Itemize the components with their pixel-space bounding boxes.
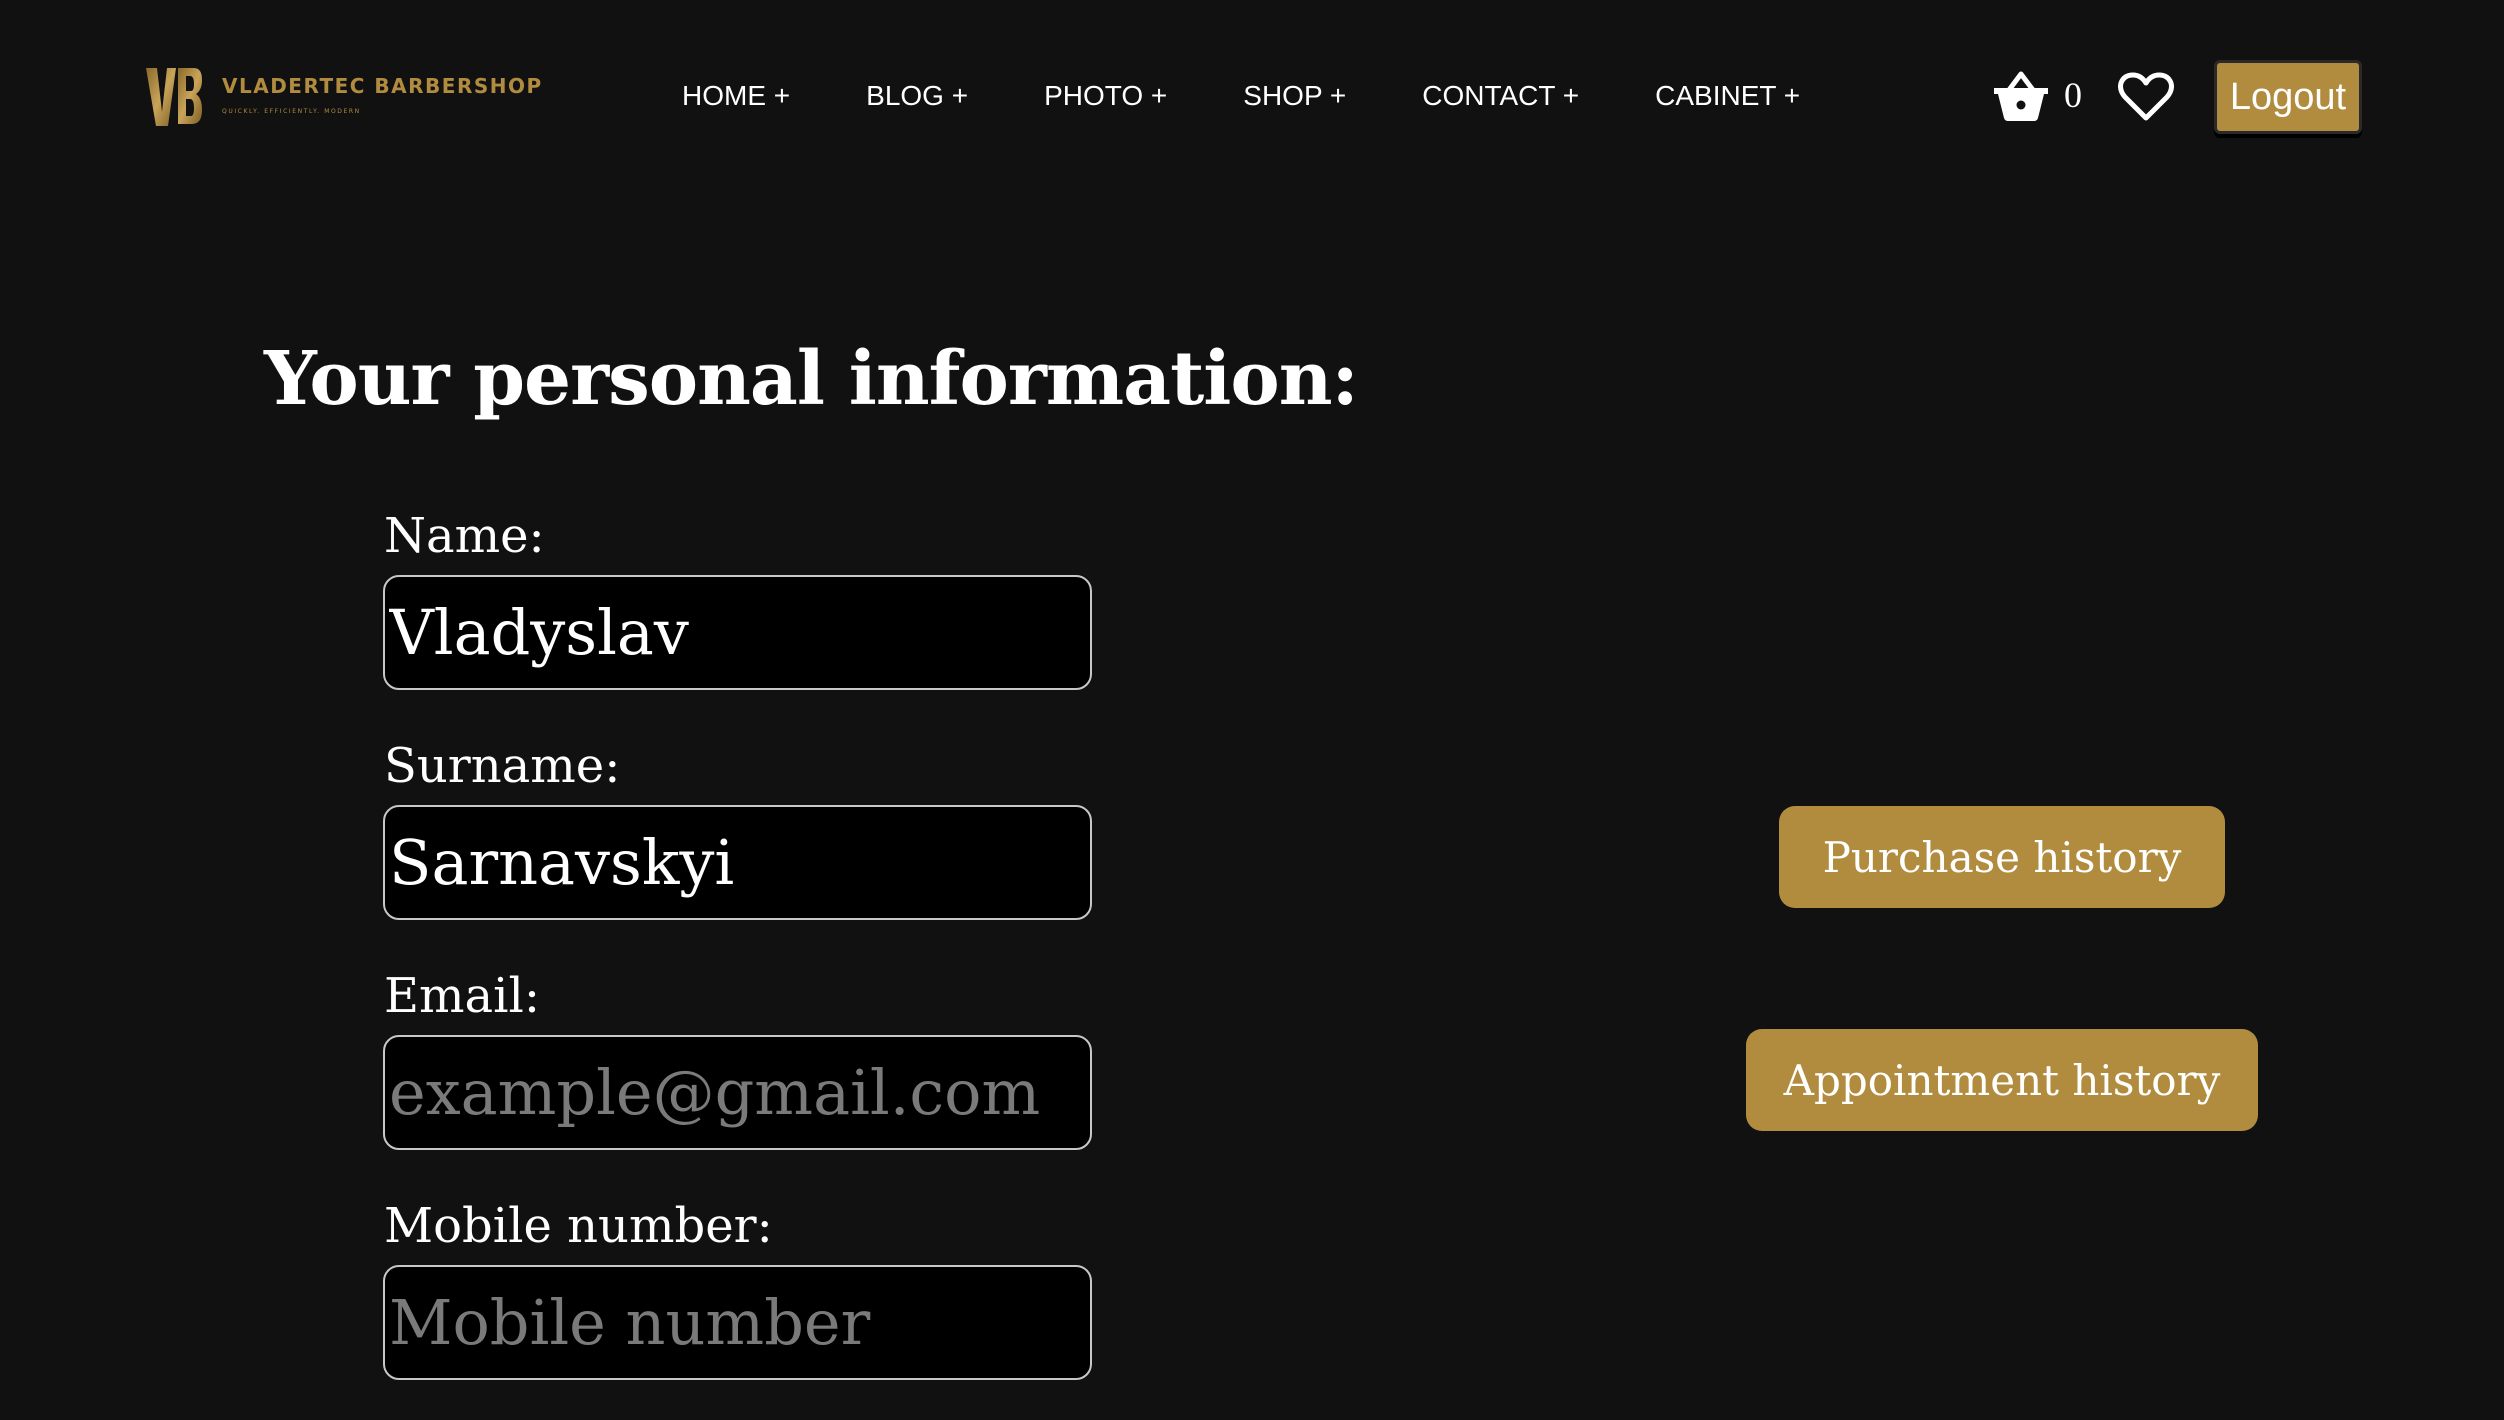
- surname-input[interactable]: [383, 805, 1092, 920]
- page-title: Your personal information:: [264, 336, 1359, 422]
- cart-count: 0: [2064, 75, 2082, 115]
- mobile-label: Mobile number:: [384, 1198, 773, 1254]
- main-nav: HOME + BLOG + PHOTO + SHOP + CONTACT + C…: [682, 80, 1800, 112]
- cart-button[interactable]: 0: [1992, 68, 2082, 122]
- appointment-history-button[interactable]: Appointment history: [1746, 1029, 2258, 1131]
- site-header: VLADERTEC BARBERSHOP QUICKLY. EFFICIENTL…: [0, 0, 2504, 200]
- brand-tagline: QUICKLY. EFFICIENTLY. MODERN: [222, 108, 361, 115]
- brand-name: VLADERTEC BARBERSHOP: [222, 74, 543, 98]
- email-label: Email:: [384, 968, 541, 1024]
- mobile-input[interactable]: [383, 1265, 1092, 1380]
- surname-label: Surname:: [384, 738, 621, 794]
- vb-monogram-logo: [146, 68, 202, 126]
- nav-item-cabinet[interactable]: CABINET +: [1655, 80, 1800, 112]
- heart-icon[interactable]: [2118, 72, 2174, 122]
- logout-button[interactable]: Logout: [2214, 60, 2362, 134]
- basket-icon: [1994, 71, 2048, 121]
- name-label: Name:: [384, 508, 545, 564]
- nav-item-shop[interactable]: SHOP +: [1243, 80, 1346, 112]
- nav-item-blog[interactable]: BLOG +: [866, 80, 968, 112]
- email-input[interactable]: [383, 1035, 1092, 1150]
- purchase-history-button[interactable]: Purchase history: [1779, 806, 2225, 908]
- brand-text: VLADERTEC BARBERSHOP QUICKLY. EFFICIENTL…: [222, 74, 543, 115]
- brand-logo[interactable]: VLADERTEC BARBERSHOP QUICKLY. EFFICIENTL…: [144, 64, 543, 130]
- name-input[interactable]: [383, 575, 1092, 690]
- nav-item-photo[interactable]: PHOTO +: [1044, 80, 1167, 112]
- nav-item-contact[interactable]: CONTACT +: [1422, 80, 1579, 112]
- nav-item-home[interactable]: HOME +: [682, 80, 790, 112]
